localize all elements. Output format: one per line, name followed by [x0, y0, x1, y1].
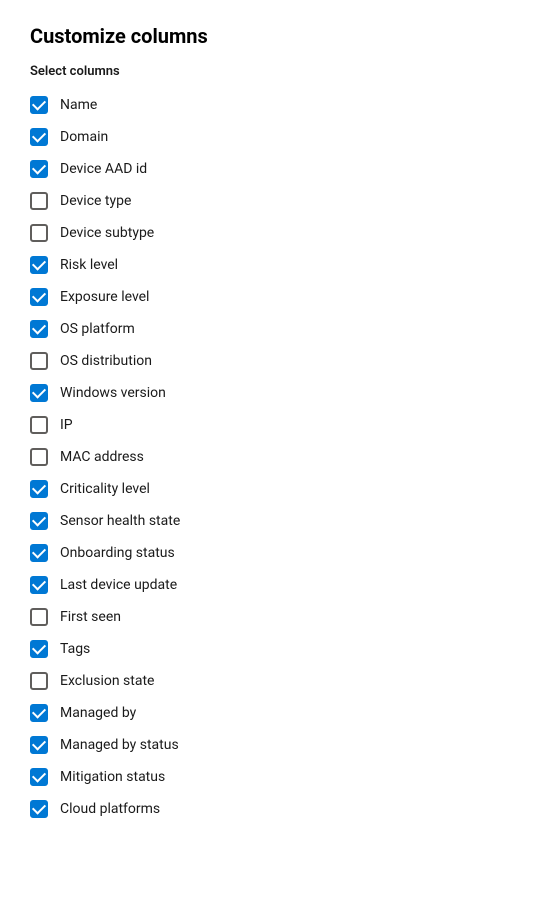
- column-label-mitigation-status: Mitigation status: [60, 769, 165, 785]
- column-label-windows-version: Windows version: [60, 385, 166, 401]
- checkbox-sensor-health-state[interactable]: [30, 512, 48, 530]
- checkbox-device-type[interactable]: [30, 192, 48, 210]
- column-item-criticality-level[interactable]: Criticality level: [30, 473, 525, 505]
- checkbox-managed-by-status[interactable]: [30, 736, 48, 754]
- checkbox-tags[interactable]: [30, 640, 48, 658]
- column-item-mac-address[interactable]: MAC address: [30, 441, 525, 473]
- checkbox-ip[interactable]: [30, 416, 48, 434]
- column-label-first-seen: First seen: [60, 609, 121, 625]
- column-item-cloud-platforms[interactable]: Cloud platforms: [30, 793, 525, 825]
- column-label-domain: Domain: [60, 129, 108, 145]
- column-label-device-aad-id: Device AAD id: [60, 161, 147, 177]
- checkbox-windows-version[interactable]: [30, 384, 48, 402]
- checkbox-onboarding-status[interactable]: [30, 544, 48, 562]
- column-item-os-platform[interactable]: OS platform: [30, 313, 525, 345]
- column-item-last-device-update[interactable]: Last device update: [30, 569, 525, 601]
- checkbox-risk-level[interactable]: [30, 256, 48, 274]
- checkbox-os-platform[interactable]: [30, 320, 48, 338]
- column-label-sensor-health-state: Sensor health state: [60, 513, 180, 529]
- column-label-last-device-update: Last device update: [60, 577, 177, 593]
- column-label-criticality-level: Criticality level: [60, 481, 150, 497]
- column-item-onboarding-status[interactable]: Onboarding status: [30, 537, 525, 569]
- column-item-tags[interactable]: Tags: [30, 633, 525, 665]
- column-label-device-subtype: Device subtype: [60, 225, 154, 241]
- checkbox-cloud-platforms[interactable]: [30, 800, 48, 818]
- checkbox-device-aad-id[interactable]: [30, 160, 48, 178]
- column-item-managed-by[interactable]: Managed by: [30, 697, 525, 729]
- checkbox-first-seen[interactable]: [30, 608, 48, 626]
- column-item-exposure-level[interactable]: Exposure level: [30, 281, 525, 313]
- checkbox-last-device-update[interactable]: [30, 576, 48, 594]
- column-item-exclusion-state[interactable]: Exclusion state: [30, 665, 525, 697]
- column-item-device-subtype[interactable]: Device subtype: [30, 217, 525, 249]
- column-label-ip: IP: [60, 417, 73, 433]
- checkbox-mac-address[interactable]: [30, 448, 48, 466]
- checkbox-os-distribution[interactable]: [30, 352, 48, 370]
- column-label-os-distribution: OS distribution: [60, 353, 152, 369]
- column-item-windows-version[interactable]: Windows version: [30, 377, 525, 409]
- column-item-device-aad-id[interactable]: Device AAD id: [30, 153, 525, 185]
- page-title: Customize columns: [30, 24, 525, 48]
- checkbox-exposure-level[interactable]: [30, 288, 48, 306]
- column-item-first-seen[interactable]: First seen: [30, 601, 525, 633]
- checkbox-mitigation-status[interactable]: [30, 768, 48, 786]
- column-label-managed-by: Managed by: [60, 705, 136, 721]
- column-item-os-distribution[interactable]: OS distribution: [30, 345, 525, 377]
- column-label-managed-by-status: Managed by status: [60, 737, 179, 753]
- column-item-sensor-health-state[interactable]: Sensor health state: [30, 505, 525, 537]
- column-item-managed-by-status[interactable]: Managed by status: [30, 729, 525, 761]
- column-label-tags: Tags: [60, 641, 90, 657]
- column-label-risk-level: Risk level: [60, 257, 118, 273]
- column-label-name: Name: [60, 97, 97, 113]
- checkbox-exclusion-state[interactable]: [30, 672, 48, 690]
- checkbox-criticality-level[interactable]: [30, 480, 48, 498]
- column-label-device-type: Device type: [60, 193, 131, 209]
- column-item-name[interactable]: Name: [30, 89, 525, 121]
- column-item-domain[interactable]: Domain: [30, 121, 525, 153]
- column-label-onboarding-status: Onboarding status: [60, 545, 175, 561]
- checkbox-name[interactable]: [30, 96, 48, 114]
- column-label-exposure-level: Exposure level: [60, 289, 149, 305]
- section-label: Select columns: [30, 64, 525, 79]
- column-item-risk-level[interactable]: Risk level: [30, 249, 525, 281]
- checkbox-managed-by[interactable]: [30, 704, 48, 722]
- checkbox-domain[interactable]: [30, 128, 48, 146]
- columns-list: Name Domain Device AAD id Device type Device…: [30, 89, 525, 825]
- column-item-mitigation-status[interactable]: Mitigation status: [30, 761, 525, 793]
- column-label-exclusion-state: Exclusion state: [60, 673, 154, 689]
- column-item-device-type[interactable]: Device type: [30, 185, 525, 217]
- checkbox-device-subtype[interactable]: [30, 224, 48, 242]
- column-label-mac-address: MAC address: [60, 449, 144, 465]
- column-label-cloud-platforms: Cloud platforms: [60, 801, 160, 817]
- column-item-ip[interactable]: IP: [30, 409, 525, 441]
- column-label-os-platform: OS platform: [60, 321, 135, 337]
